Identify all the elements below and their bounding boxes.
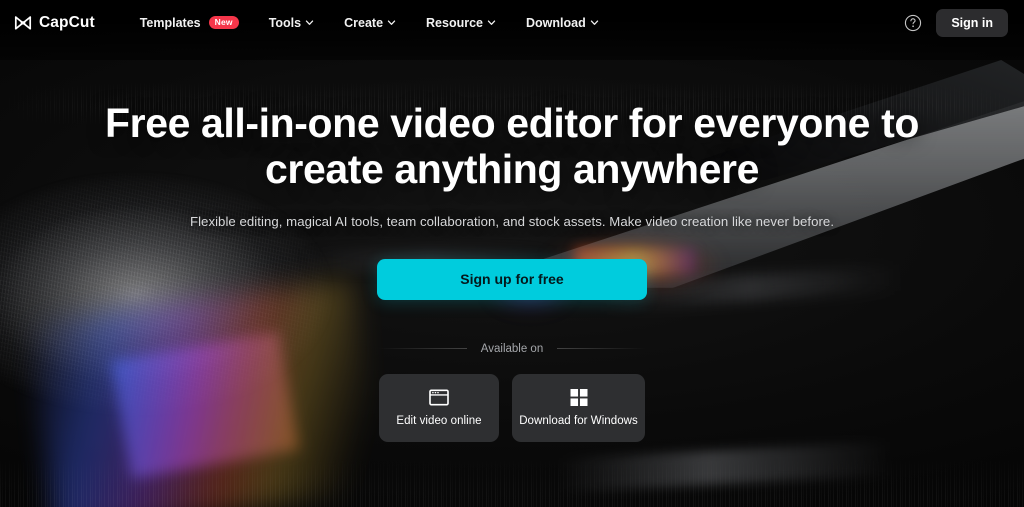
- divider-line-right: [557, 348, 647, 350]
- chevron-down-icon: [305, 20, 314, 25]
- download-for-windows-button[interactable]: Download for Windows: [512, 373, 645, 442]
- sign-in-button[interactable]: Sign in: [936, 8, 1008, 37]
- nav-item-label: Resource: [426, 15, 484, 30]
- windows-logo-icon: [570, 388, 587, 406]
- chevron-down-icon: [590, 20, 598, 25]
- nav-right-group: Sign in: [904, 8, 1008, 37]
- hero-subtitle: Flexible editing, magical AI tools, team…: [189, 213, 835, 229]
- capcut-logo-icon: [14, 15, 32, 30]
- divider-line-left: [378, 348, 467, 350]
- nav-item-templates[interactable]: Templates New: [125, 10, 254, 36]
- edit-video-online-button[interactable]: Edit video online: [379, 373, 499, 442]
- nav-item-download[interactable]: Download: [511, 10, 614, 36]
- hero-section: Free all-in-one video editor for everyon…: [0, 45, 1024, 442]
- available-on-divider: Available on: [378, 342, 647, 355]
- help-circle-icon[interactable]: [904, 14, 922, 32]
- nav-item-label: Templates: [139, 15, 201, 30]
- capcut-logo-link[interactable]: CapCut: [14, 14, 95, 32]
- headline-line-2: create anything anywhere: [265, 145, 759, 192]
- chevron-down-icon: [387, 20, 396, 25]
- available-on-label: Available on: [480, 342, 544, 355]
- platform-buttons: Edit video online Download for Windows: [379, 373, 645, 442]
- nav-links: Templates New Tools Create Resource Down…: [125, 10, 614, 36]
- browser-window-icon: [429, 389, 449, 406]
- top-navigation-bar: CapCut Templates New Tools Create Resour…: [0, 0, 1024, 45]
- nav-item-tools[interactable]: Tools: [254, 10, 329, 36]
- nav-item-label: Create: [344, 15, 384, 30]
- nav-item-resource[interactable]: Resource: [411, 10, 511, 36]
- background-waveform-bottom: [0, 455, 1024, 507]
- nav-item-label: Download: [526, 15, 586, 30]
- nav-item-create[interactable]: Create: [329, 10, 411, 36]
- headline-line-1: Free all-in-one video editor for everyon…: [105, 100, 919, 146]
- nav-item-label: Tools: [268, 15, 302, 30]
- chevron-down-icon: [487, 20, 496, 25]
- platform-label: Download for Windows: [519, 414, 638, 427]
- new-badge: New: [208, 16, 239, 29]
- platform-label: Edit video online: [396, 414, 482, 427]
- brand-name: CapCut: [39, 13, 95, 31]
- page-root: CapCut Templates New Tools Create Resour…: [0, 0, 1024, 507]
- sign-up-for-free-button[interactable]: Sign up for free: [377, 258, 647, 300]
- page-title: Free all-in-one video editor for everyon…: [105, 100, 919, 193]
